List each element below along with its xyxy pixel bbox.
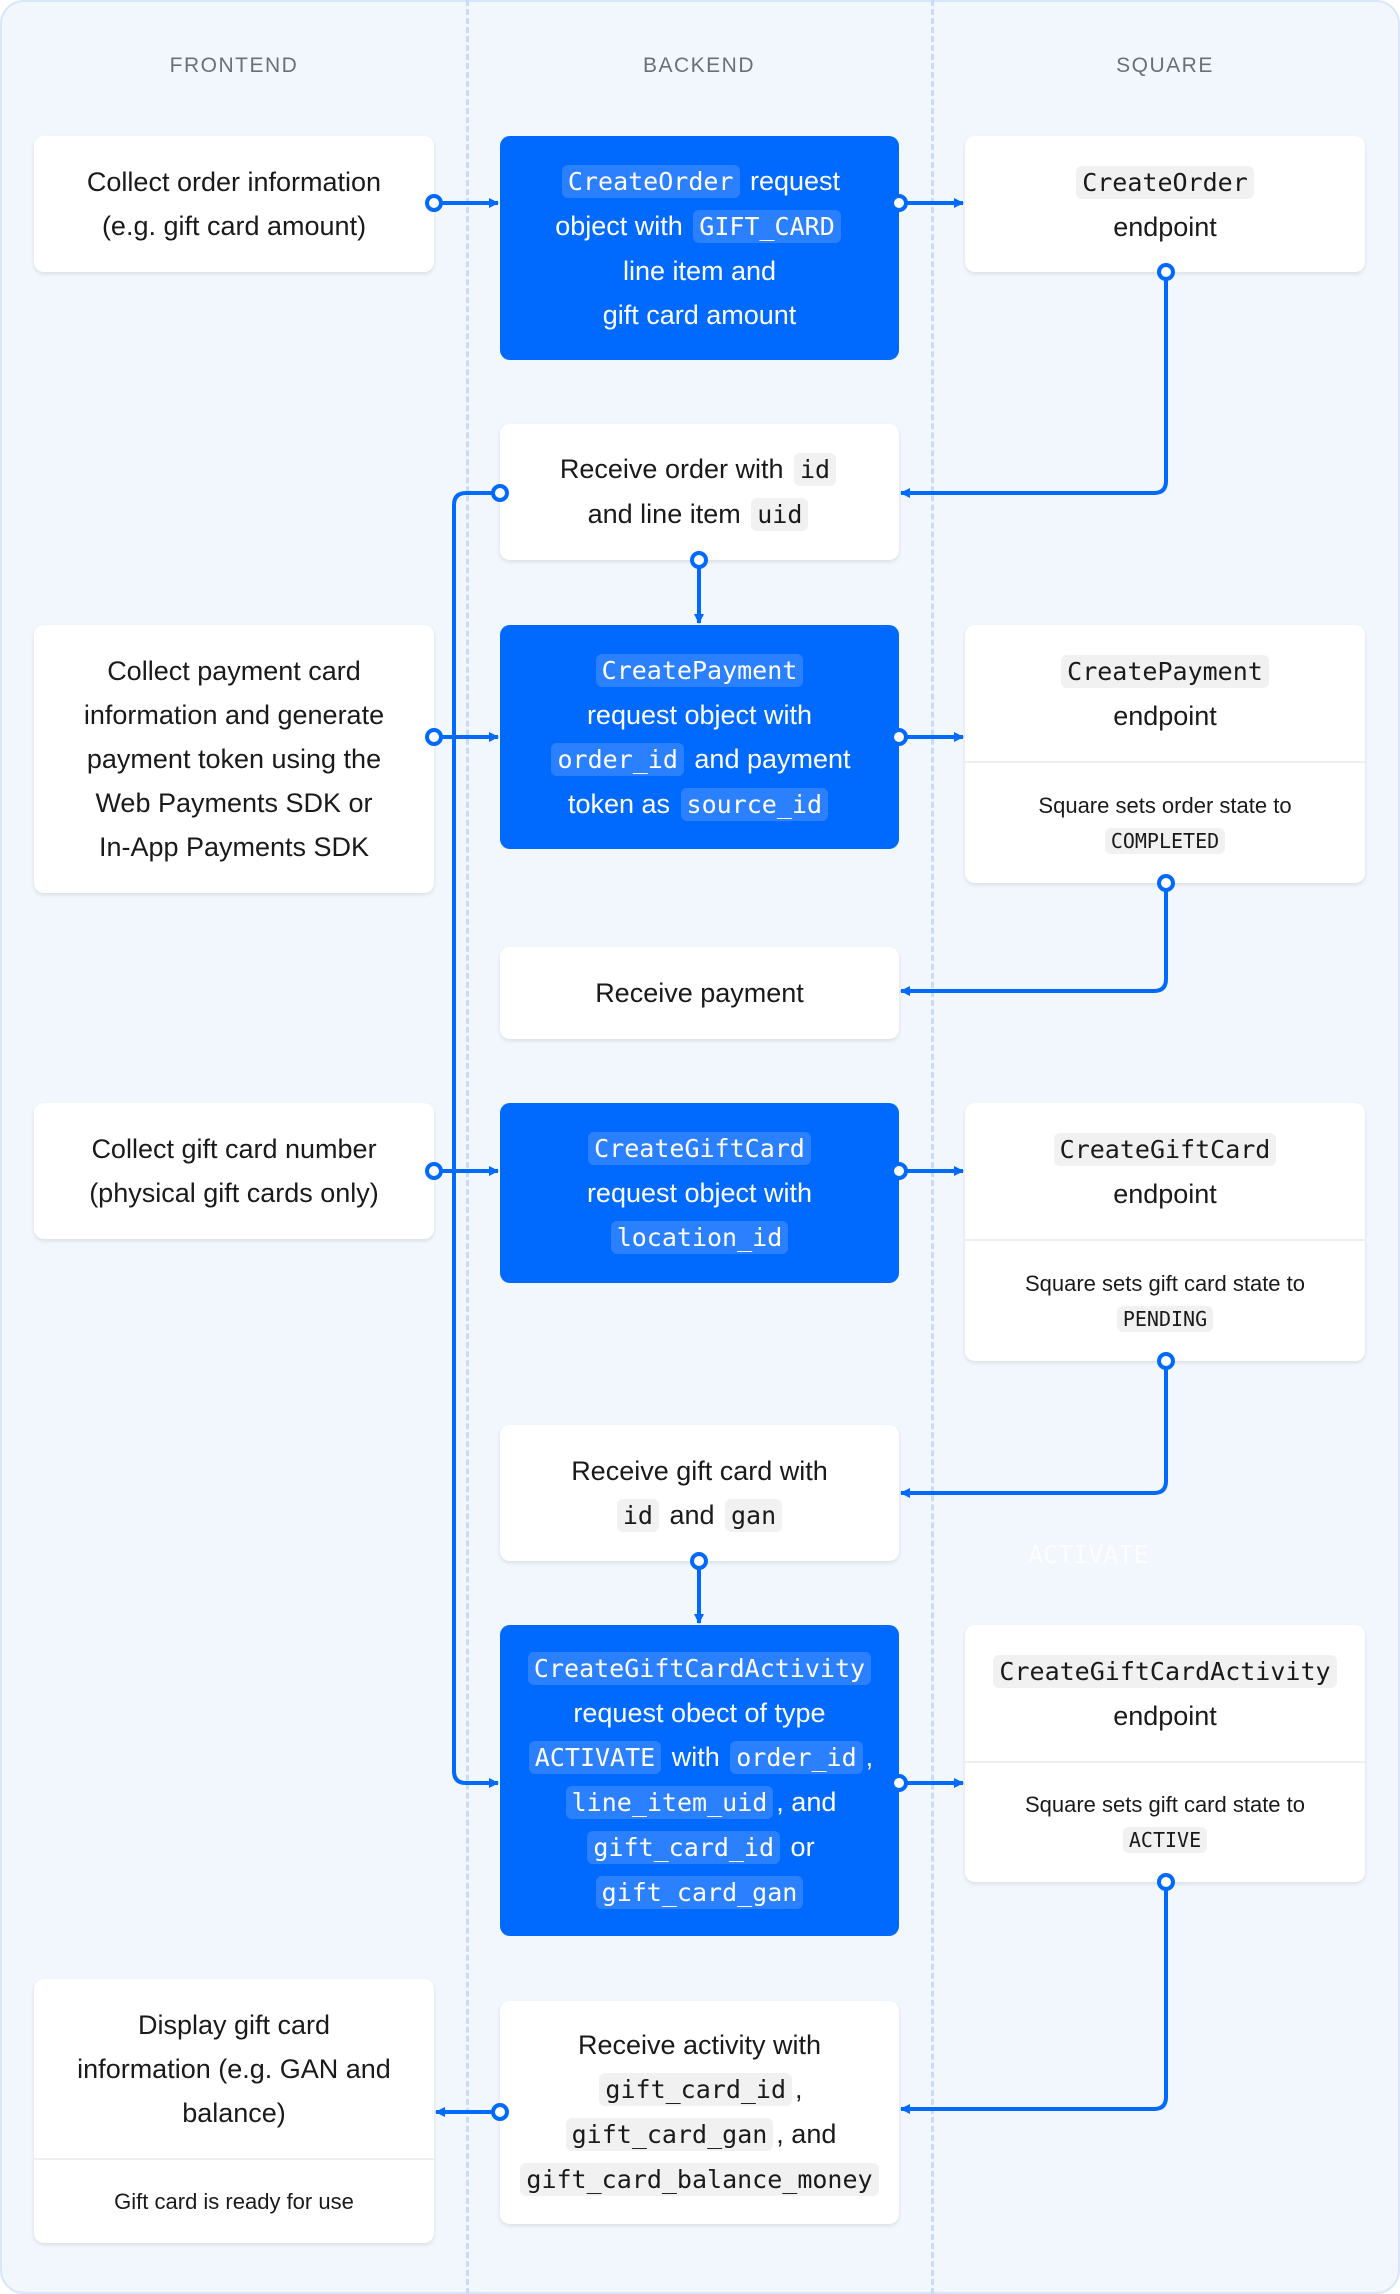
connectors — [425, 194, 1175, 2121]
connector-arrow — [900, 883, 1168, 996]
connector-dot — [890, 728, 908, 746]
connector-dot — [425, 194, 443, 212]
connector-arrow — [900, 272, 1168, 498]
connector-dot — [690, 1552, 708, 1570]
connector-dot — [890, 194, 908, 212]
connector-dot — [425, 1162, 443, 1180]
connector-dot — [890, 1774, 908, 1792]
connector-arrow — [900, 1361, 1168, 1498]
connector-dot — [1157, 1352, 1175, 1370]
connector-dot — [491, 2103, 509, 2121]
connector-dot — [425, 728, 443, 746]
connector-dot — [491, 484, 509, 502]
connector-dot — [890, 1162, 908, 1180]
connector-dot — [690, 551, 708, 569]
connector-dot — [1157, 1873, 1175, 1891]
connector-dot — [1157, 263, 1175, 281]
connector-dot — [1157, 874, 1175, 892]
connector-arrow — [452, 491, 500, 1788]
connector-arrow — [900, 1882, 1168, 2114]
